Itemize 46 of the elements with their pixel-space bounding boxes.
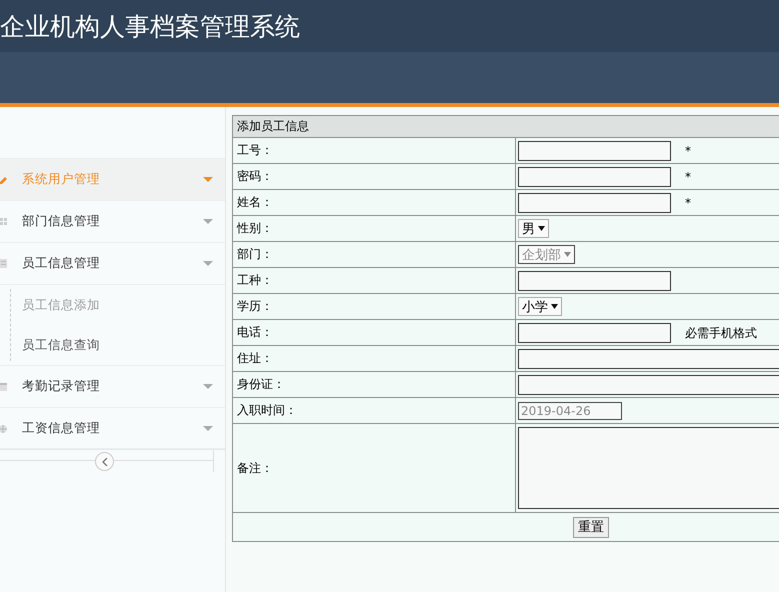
caret-icon — [551, 304, 558, 309]
field-label: 性别： — [237, 221, 273, 235]
submenu-item[interactable]: 员工信息查询 — [0, 325, 225, 365]
text-field[interactable] — [518, 374, 779, 394]
field-label: 学历： — [237, 299, 273, 313]
app-title: 企业机构人事档案管理系统 — [0, 10, 300, 42]
caret-icon — [203, 384, 213, 389]
field-note: * — [685, 144, 691, 158]
sidebar-item[interactable]: 考勤记录管理 — [0, 365, 225, 407]
grid-icon — [0, 216, 8, 227]
field-label: 部门： — [237, 247, 273, 261]
text-field[interactable] — [518, 348, 779, 368]
text-field[interactable] — [518, 192, 671, 212]
dropdown[interactable]: 小学 — [518, 297, 562, 316]
sidebar-item[interactable]: 工资信息管理 — [0, 407, 225, 449]
reset-button[interactable]: 重置 — [573, 516, 609, 538]
sidebar-item[interactable]: 部门信息管理 — [0, 200, 225, 242]
text-field[interactable] — [518, 166, 671, 186]
field-label: 住址： — [237, 351, 273, 365]
caret-icon — [203, 426, 213, 431]
field-label: 工号： — [237, 143, 273, 157]
chevron-left-icon — [102, 458, 108, 466]
field-note: 必需手机格式 — [685, 326, 757, 340]
text-field[interactable] — [518, 270, 671, 290]
pencil-icon — [0, 174, 8, 185]
caret-icon — [564, 252, 571, 257]
collapse-button[interactable] — [95, 452, 114, 471]
dropdown[interactable]: 男 — [518, 219, 549, 238]
notes-field[interactable] — [518, 427, 779, 509]
field-note: * — [685, 196, 691, 210]
caret-icon — [538, 226, 545, 231]
field-label: 姓名： — [237, 195, 273, 209]
sidebar-item[interactable]: 员工信息管理 — [0, 242, 225, 284]
text-field[interactable] — [518, 140, 671, 160]
caret-icon — [203, 177, 213, 182]
field-note: * — [685, 170, 691, 184]
form-title: 添加员工信息 — [237, 119, 309, 133]
field-label: 工种： — [237, 273, 273, 287]
text-field[interactable] — [518, 322, 671, 342]
field-label: 入职时间： — [237, 403, 297, 417]
caret-icon — [203, 219, 213, 224]
field-label: 电话： — [237, 325, 273, 339]
field-label: 密码： — [237, 169, 273, 183]
field-label: 备注： — [237, 460, 273, 474]
field-label: 身份证： — [237, 377, 285, 391]
caret-icon — [203, 261, 213, 266]
